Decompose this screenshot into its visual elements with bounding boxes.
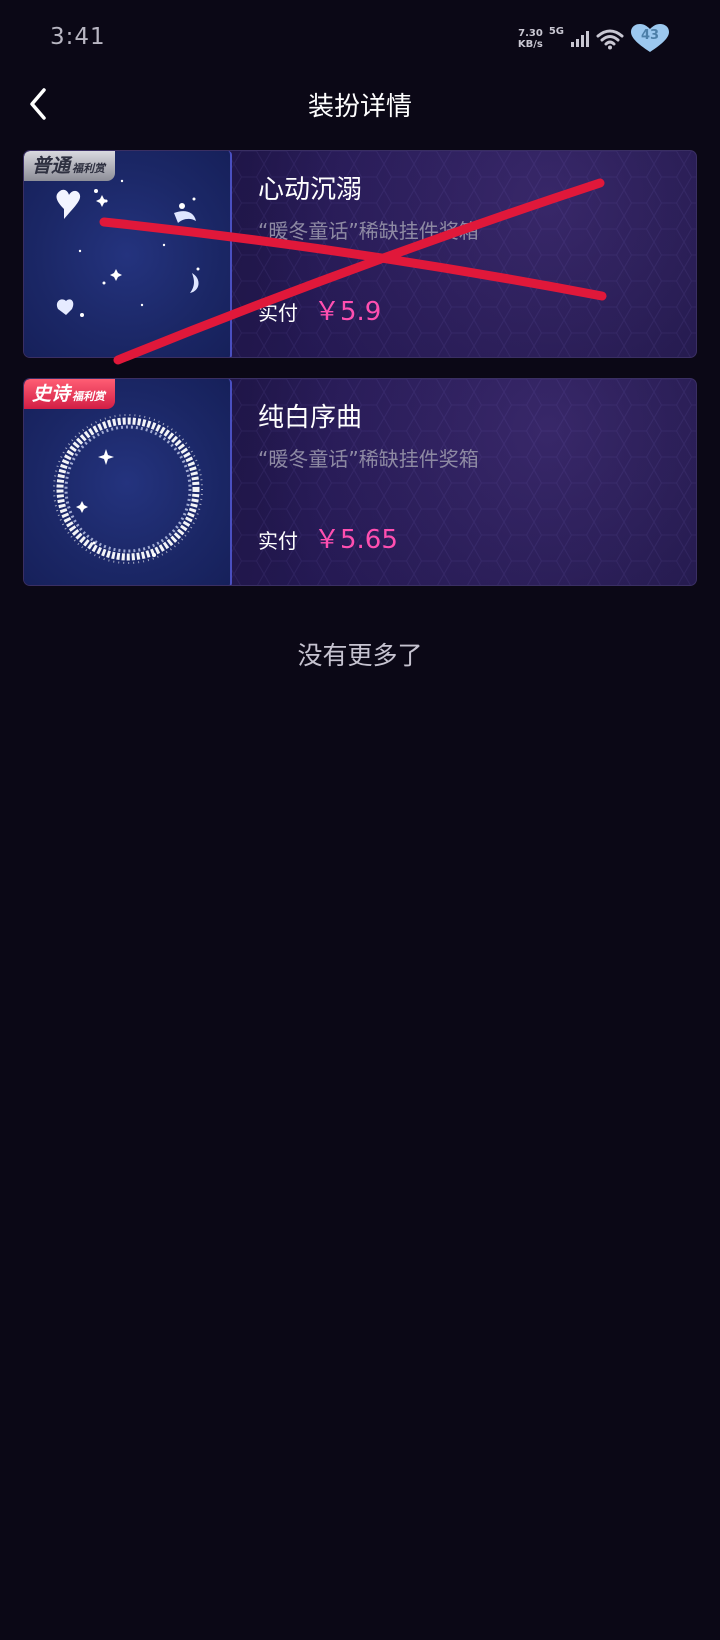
pay-label: 实付 [258,529,298,553]
no-more-text: 没有更多了 [297,641,423,670]
item-source: “暖冬童话”稀缺挂件奖箱 [258,447,479,471]
net-speed-unit: KB/s [517,39,543,50]
page-title: 装扮详情 [307,92,412,122]
item-source: “暖冬童话”稀缺挂件奖箱 [258,219,479,243]
item-price: ￥5.9 [314,297,382,327]
net-speed: 7.30 KB/s [518,28,543,50]
dress-item-card[interactable]: 普通 福利赏 心动沉溺 “暖冬童话”稀缺挂件奖箱 实付 ￥5.9 [23,150,697,358]
item-price: ￥5.65 [314,525,398,555]
item-thumbnail: 普通 福利赏 [24,151,232,357]
rarity-badge: 普通 福利赏 [24,151,116,181]
battery-level: 43 [640,28,660,43]
rarity-badge-main: 普通 [32,155,71,177]
pay-label: 实付 [258,301,298,325]
battery-indicator: 43 [630,24,670,54]
status-bar: 3:41 7.30 KB/s 5G 43 [0,0,720,80]
item-thumbnail: 史诗 福利赏 [24,379,232,585]
rarity-badge-main: 史诗 [32,383,71,405]
top-nav: 装扮详情 [0,78,720,130]
status-time: 3:41 [50,24,106,50]
wifi-icon [596,29,624,50]
rarity-badge: 史诗 福利赏 [24,379,116,409]
status-icons: 7.30 KB/s 5G 43 [518,24,670,54]
app-root: 3:41 7.30 KB/s 5G 43 装扮详情 普通 福利赏 心动沉溺 “暖… [0,0,720,1640]
hearts-pendant-image [56,179,200,317]
rarity-badge-sub: 福利赏 [72,162,106,175]
net-speed-value: 7.30 [518,28,543,39]
dress-item-card[interactable]: 史诗 福利赏 纯白序曲 “暖冬童话”稀缺挂件奖箱 实付 ￥5.65 [23,378,697,586]
item-name: 心动沉溺 [258,175,363,205]
item-name: 纯白序曲 [258,403,363,433]
network-type: 5G [548,26,564,37]
signal-icon [571,31,589,47]
snow-ring-pendant-image [53,414,203,564]
rarity-badge-sub: 福利赏 [72,390,106,403]
